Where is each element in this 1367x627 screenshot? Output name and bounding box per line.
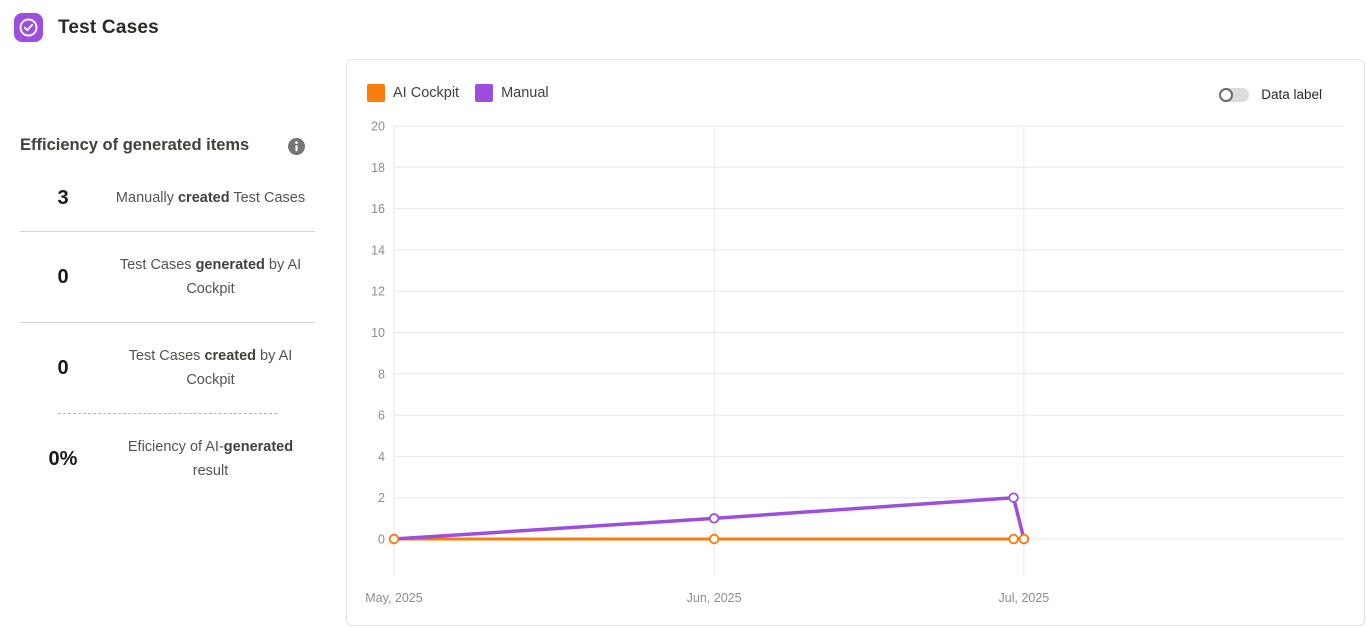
legend-swatch-purple xyxy=(475,84,493,102)
y-axis-tick-label: 20 xyxy=(371,120,385,134)
legend-item-manual[interactable]: Manual xyxy=(475,84,549,102)
data-point-marker[interactable] xyxy=(710,514,719,523)
toggle-knob xyxy=(1219,88,1233,102)
legend-label: Manual xyxy=(501,85,549,101)
info-icon[interactable] xyxy=(288,138,305,155)
x-axis-tick-label: Jun, 2025 xyxy=(687,591,742,605)
data-point-marker[interactable] xyxy=(390,535,399,544)
stat-label-bold: generated xyxy=(224,439,293,455)
stat-label-text: result xyxy=(193,463,228,479)
page-header: Test Cases xyxy=(14,13,159,42)
stat-label-text: Eficiency of AI- xyxy=(128,439,224,455)
efficiency-panel-header: Efficiency of generated items xyxy=(20,136,315,160)
data-point-marker[interactable] xyxy=(1009,493,1018,502)
y-axis-tick-label: 12 xyxy=(371,285,385,299)
check-circle-icon xyxy=(14,13,43,42)
y-axis-tick-label: 14 xyxy=(371,243,385,257)
chart-canvas: 0 2 4 6 8 10 12 14 16 18 20 May, 2025 Jun, 2025 Jul, … xyxy=(347,60,1364,625)
stat-row-generated-by-ai: 0 Test Cases generated by AI Cockpit xyxy=(20,232,315,322)
stat-row-efficiency-result: 0% Eficiency of AI-generated result xyxy=(20,414,315,504)
stat-label-bold: created xyxy=(204,348,256,364)
y-axis-tick-label: 8 xyxy=(378,367,385,381)
stat-label-text: Manually xyxy=(116,190,178,206)
y-axis-tick-label: 4 xyxy=(378,450,385,464)
test-cases-icon xyxy=(14,13,43,42)
chart-legend: AI Cockpit Manual xyxy=(367,84,549,102)
stat-label-text: Test Cases xyxy=(230,190,306,206)
legend-item-ai-cockpit[interactable]: AI Cockpit xyxy=(367,84,459,102)
stat-label-text: Test Cases xyxy=(120,257,196,273)
stat-label-bold: generated xyxy=(196,257,265,273)
stat-value: 3 xyxy=(20,187,106,210)
y-axis-tick-label: 18 xyxy=(371,161,385,175)
stat-value: 0 xyxy=(20,266,106,289)
stat-label: Test Cases created by AI Cockpit xyxy=(106,344,315,392)
data-point-marker[interactable] xyxy=(1009,535,1018,544)
x-axis-tick-label: Jul, 2025 xyxy=(999,591,1050,605)
stat-row-created-by-ai: 0 Test Cases created by AI Cockpit xyxy=(20,323,315,413)
efficiency-heading: Efficiency of generated items xyxy=(20,136,315,155)
page-title: Test Cases xyxy=(58,17,159,39)
stat-row-manually-created: 3 Manually created Test Cases xyxy=(20,160,315,231)
x-axis-tick-label: May, 2025 xyxy=(365,591,422,605)
data-label-toggle-label: Data label xyxy=(1261,87,1322,102)
legend-label: AI Cockpit xyxy=(393,85,459,101)
legend-swatch-orange xyxy=(367,84,385,102)
efficiency-panel: Efficiency of generated items 3 Manually… xyxy=(20,136,315,504)
y-axis-tick-label: 2 xyxy=(378,491,385,505)
stat-value: 0% xyxy=(20,448,106,471)
stat-value: 0 xyxy=(20,357,106,380)
y-axis-tick-label: 16 xyxy=(371,202,385,216)
y-axis-tick-label: 0 xyxy=(378,533,385,547)
data-point-marker[interactable] xyxy=(710,535,719,544)
stat-label: Manually created Test Cases xyxy=(106,186,315,210)
y-axis-tick-label: 6 xyxy=(378,409,385,423)
data-point-marker[interactable] xyxy=(1020,535,1029,544)
stat-label: Eficiency of AI-generated result xyxy=(106,435,315,483)
stat-label-text: Test Cases xyxy=(129,348,205,364)
chart-card: 0 2 4 6 8 10 12 14 16 18 20 May, 2025 Jun, 2025 Jul, … xyxy=(346,59,1365,626)
data-label-toggle-group: Data label xyxy=(1220,87,1322,102)
y-axis-tick-label: 10 xyxy=(371,326,385,340)
data-label-toggle[interactable] xyxy=(1220,88,1249,102)
page: Test Cases Efficiency of generated items… xyxy=(0,0,1367,627)
stat-label-bold: created xyxy=(178,190,230,206)
stat-label: Test Cases generated by AI Cockpit xyxy=(106,253,315,301)
